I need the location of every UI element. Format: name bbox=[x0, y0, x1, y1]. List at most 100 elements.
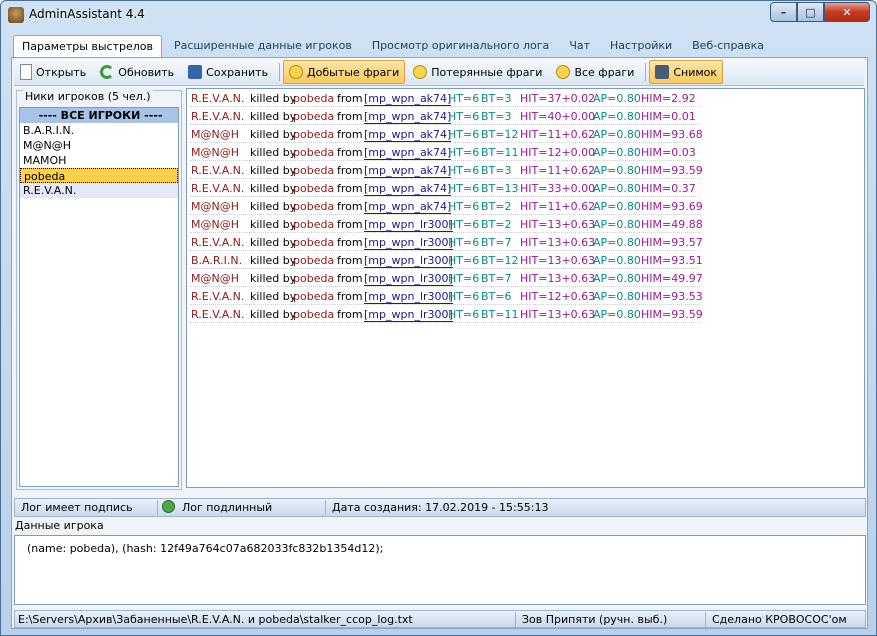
victim-name: pobeda bbox=[293, 164, 335, 177]
tab-shot-params[interactable]: Параметры выстрелов bbox=[13, 35, 162, 58]
table-row[interactable]: R.E.V.A.N. killed by pobeda from [mp_wpn_ak7… bbox=[187, 107, 864, 125]
list-item-selected[interactable]: pobeda bbox=[20, 168, 178, 183]
table-row[interactable]: M@N@H killed by pobeda from [mp_wpn_ak74] HT=… bbox=[187, 197, 864, 215]
table-row[interactable]: R.E.V.A.N. killed by pobeda from [mp_wpn_lr3… bbox=[187, 233, 864, 251]
bt-value: BT=2 bbox=[481, 200, 512, 213]
victim-name: pobeda bbox=[293, 272, 335, 285]
table-row[interactable]: M@N@H killed by pobeda from [mp_wpn_ak74] HT=… bbox=[187, 125, 864, 143]
list-item[interactable]: B.A.R.I.N. bbox=[20, 123, 178, 138]
refresh-button[interactable]: Обновить bbox=[94, 60, 180, 84]
toolbar-separator bbox=[645, 63, 647, 81]
hit-value: HIT=33+0.00 bbox=[520, 182, 596, 195]
list-item[interactable]: MAMOH bbox=[20, 153, 178, 168]
victim-name: pobeda bbox=[293, 218, 335, 231]
bt-value: BT=3 bbox=[481, 92, 512, 105]
save-button[interactable]: Сохранить bbox=[182, 60, 274, 84]
killer-name: M@N@H bbox=[191, 200, 239, 213]
hit-value: HIT=12+0.00 bbox=[520, 146, 596, 159]
him-value: HIM=93.51 bbox=[641, 254, 703, 267]
bt-value: BT=13 bbox=[481, 182, 519, 195]
ap-value: AP=0.80 bbox=[593, 92, 641, 105]
tab-content: Открыть Обновить Сохранить Добытые фраги… bbox=[11, 57, 868, 629]
table-row[interactable]: R.E.V.A.N. killed by pobeda from [mp_wpn_ak7… bbox=[187, 89, 864, 107]
him-value: HIM=93.69 bbox=[641, 200, 703, 213]
refresh-label: Обновить bbox=[118, 65, 175, 79]
him-value: HIM=49.88 bbox=[641, 218, 703, 231]
table-row[interactable]: M@N@H killed by pobeda from [mp_wpn_lr300] HT… bbox=[187, 269, 864, 287]
table-row[interactable]: R.E.V.A.N. killed by pobeda from [mp_wpn_lr3… bbox=[187, 287, 864, 305]
table-row[interactable]: R.E.V.A.N. killed by pobeda from [mp_wpn_ak7… bbox=[187, 161, 864, 179]
bt-value: BT=12 bbox=[481, 254, 519, 267]
frag-log[interactable]: R.E.V.A.N. killed by pobeda from [mp_wpn_ak7… bbox=[186, 88, 865, 488]
ap-value: AP=0.80 bbox=[593, 272, 641, 285]
app-window: AdminAssistant 4.4 – □ ✕ Параметры выстр… bbox=[0, 0, 877, 636]
him-value: HIM=93.68 bbox=[641, 128, 703, 141]
victim-name: pobeda bbox=[293, 128, 335, 141]
him-value: HIM=0.03 bbox=[641, 146, 696, 159]
credit-text: Сделано КРОВОСОС'ом bbox=[712, 613, 847, 626]
list-item-all-players[interactable]: ---- ВСЕ ИГРОКИ ---- bbox=[20, 108, 178, 123]
killer-name: M@N@H bbox=[191, 128, 239, 141]
toolbar: Открыть Обновить Сохранить Добытые фраги… bbox=[14, 59, 864, 86]
ht-value: HT=6 bbox=[448, 290, 480, 303]
frags-got-button[interactable]: Добытые фраги bbox=[283, 60, 406, 84]
hit-value: HIT=37+0.02 bbox=[520, 92, 596, 105]
ap-value: AP=0.80 bbox=[593, 128, 641, 141]
log-signed-status: Лог имеет подпись bbox=[21, 501, 133, 514]
camera-icon bbox=[655, 65, 670, 79]
killer-name: R.E.V.A.N. bbox=[191, 182, 245, 195]
hit-value: HIT=13+0.63 bbox=[520, 218, 596, 231]
tab-original-log[interactable]: Просмотр оригинального лога bbox=[364, 35, 557, 57]
ap-value: AP=0.80 bbox=[593, 254, 641, 267]
frags-lost-button[interactable]: Потерянные фраги bbox=[407, 60, 548, 84]
tab-settings[interactable]: Настройки bbox=[602, 35, 680, 57]
from-text: from bbox=[337, 182, 363, 195]
open-button[interactable]: Открыть bbox=[14, 60, 92, 84]
list-item[interactable]: M@N@H bbox=[20, 138, 178, 153]
victim-name: pobeda bbox=[293, 308, 335, 321]
ap-value: AP=0.80 bbox=[593, 182, 641, 195]
ht-value: HT=6 bbox=[448, 110, 480, 123]
table-row[interactable]: M@N@H killed by pobeda from [mp_wpn_lr300] HT… bbox=[187, 215, 864, 233]
from-text: from bbox=[337, 272, 363, 285]
killer-name: R.E.V.A.N. bbox=[191, 290, 245, 303]
tab-web-help[interactable]: Веб-справка bbox=[684, 35, 772, 57]
weapon-name: [mp_wpn_lr300] bbox=[364, 308, 453, 322]
killed-by-text: killed by bbox=[250, 92, 297, 105]
hit-value: HIT=12+0.63 bbox=[520, 290, 596, 303]
minimize-button[interactable]: – bbox=[770, 2, 797, 22]
toolbar-separator bbox=[279, 63, 281, 81]
table-row[interactable]: R.E.V.A.N. killed by pobeda from [mp_wpn_ak7… bbox=[187, 179, 864, 197]
frags-all-button[interactable]: Все фраги bbox=[550, 60, 640, 84]
smiley-icon bbox=[289, 65, 304, 79]
hit-value: HIT=11+0.62 bbox=[520, 164, 596, 177]
tab-chat[interactable]: Чат bbox=[561, 35, 598, 57]
weapon-name: [mp_wpn_lr300] bbox=[364, 236, 453, 250]
players-list[interactable]: ---- ВСЕ ИГРОКИ ---- B.A.R.I.N. M@N@H MA… bbox=[19, 107, 179, 487]
killed-by-text: killed by bbox=[250, 254, 297, 267]
maximize-button[interactable]: □ bbox=[797, 2, 824, 22]
ht-value: HT=6 bbox=[448, 308, 480, 321]
log-status-bar: Лог имеет подпись Лог подлинный Дата соз… bbox=[14, 498, 866, 517]
table-row[interactable]: R.E.V.A.N. killed by pobeda from [mp_wpn_lr3… bbox=[187, 305, 864, 323]
weapon-name: [mp_wpn_ak74] bbox=[364, 110, 452, 124]
from-text: from bbox=[337, 308, 363, 321]
close-button[interactable]: ✕ bbox=[824, 2, 870, 22]
refresh-icon bbox=[100, 65, 115, 79]
hit-value: HIT=13+0.63 bbox=[520, 254, 596, 267]
killed-by-text: killed by bbox=[250, 218, 297, 231]
players-group-label: Ники игроков (5 чел.) bbox=[23, 90, 153, 103]
snapshot-button[interactable]: Снимок bbox=[649, 60, 724, 84]
table-row[interactable]: M@N@H killed by pobeda from [mp_wpn_ak74] HT=… bbox=[187, 143, 864, 161]
list-item[interactable]: R.E.V.A.N. bbox=[20, 183, 178, 198]
player-data-box[interactable]: (name: pobeda), (hash: 12f49a764c07a6820… bbox=[14, 535, 866, 605]
victim-name: pobeda bbox=[293, 254, 335, 267]
bt-value: BT=3 bbox=[481, 110, 512, 123]
tab-extended-player-data[interactable]: Расширенные данные игроков bbox=[166, 35, 360, 57]
table-row[interactable]: B.A.R.I.N. killed by pobeda from [mp_wpn_lr3… bbox=[187, 251, 864, 269]
window-controls: – □ ✕ bbox=[770, 2, 870, 22]
killer-name: R.E.V.A.N. bbox=[191, 308, 245, 321]
ap-value: AP=0.80 bbox=[593, 218, 641, 231]
from-text: from bbox=[337, 92, 363, 105]
from-text: from bbox=[337, 236, 363, 249]
